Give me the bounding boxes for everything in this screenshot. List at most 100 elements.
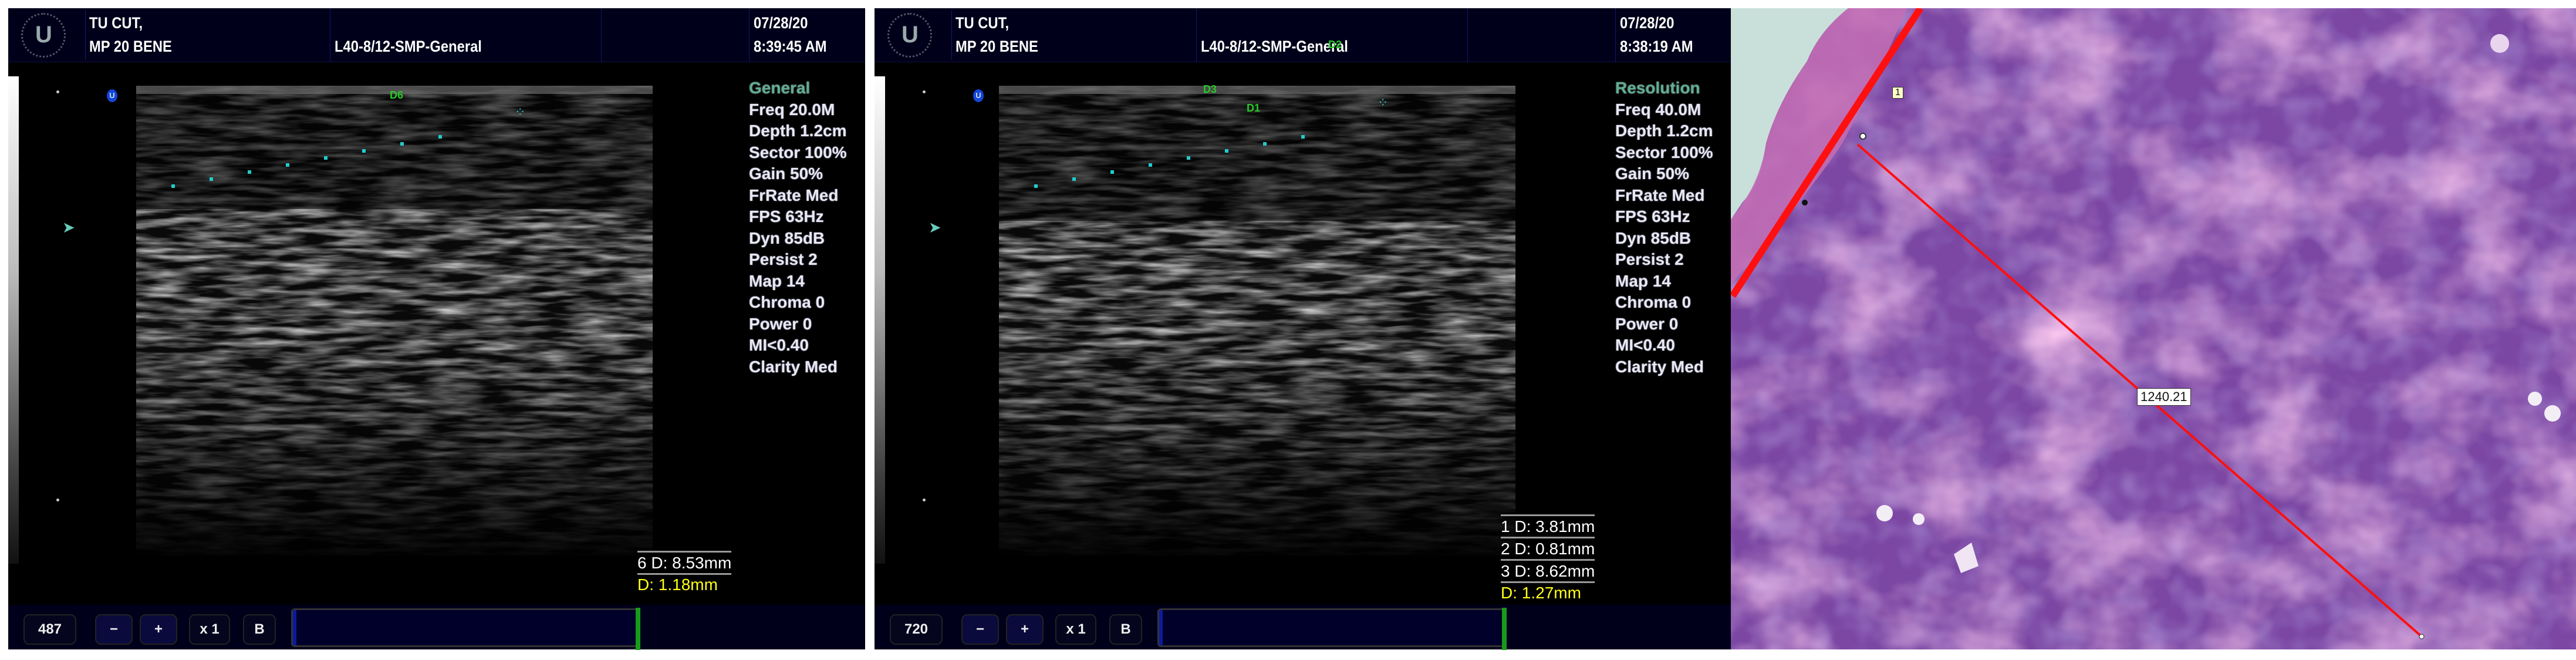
caliper-dot — [324, 156, 328, 160]
param-item: FrRate Med — [1615, 186, 1705, 204]
cine-slider[interactable] — [291, 608, 640, 650]
ultrasound-image[interactable] — [136, 86, 653, 555]
focus-arrow-icon: ➤ — [929, 218, 941, 236]
logo-letter: U — [35, 22, 52, 48]
cine-slider[interactable] — [1157, 608, 1507, 650]
probe-orientation-icon: U — [107, 89, 117, 102]
header-divider — [1615, 8, 1616, 62]
caliper-dot — [1072, 177, 1076, 181]
depth-dot — [56, 499, 59, 501]
patient-name-line1: TU CUT, — [89, 14, 143, 32]
caliper-crosshair-icon: ⁘ — [1378, 95, 1389, 110]
patient-name-line2: MP 20 BENE — [89, 38, 172, 55]
imaging-mode-label: General — [749, 79, 811, 97]
grayscale-bar — [8, 76, 19, 564]
param-item: Dyn 85dB — [749, 228, 825, 247]
depth-dot — [56, 90, 59, 93]
ultrasound-panel: U TU CUT, MP 20 BENE L40-8/12-SMP-Genera… — [875, 8, 1731, 650]
param-item: Power 0 — [1615, 314, 1679, 333]
caliper-marker-label: D1 — [1247, 102, 1261, 114]
caliper-dot — [1225, 149, 1228, 153]
header-bar: U TU CUT, MP 20 BENE L40-8/12-SMP-Genera… — [875, 8, 1731, 62]
logo: U — [877, 11, 952, 60]
caliper-dot — [438, 135, 442, 139]
imaging-mode-label: Resolution — [1615, 79, 1700, 97]
param-item: FPS 63Hz — [749, 207, 824, 225]
param-item: Clarity Med — [749, 357, 838, 376]
caliper-dot — [1187, 156, 1190, 160]
time-label: 8:39:45 AM — [754, 38, 827, 55]
caliper-dot — [362, 149, 366, 153]
caliper-dot — [400, 142, 404, 146]
logo-letter: U — [902, 22, 919, 48]
caliper-crosshair-icon: ⁘ — [515, 105, 526, 119]
measure-point-black[interactable] — [1802, 200, 1808, 206]
preset-label: L40-8/12-SMP-General — [1201, 38, 1348, 55]
param-item: Freq 40.0M — [1615, 100, 1701, 119]
cine-slider-track — [1159, 610, 1163, 645]
line-label: 1 — [1892, 87, 1903, 99]
preset-label: L40-8/12-SMP-General — [335, 38, 482, 55]
caliper-dot — [210, 177, 213, 181]
caliper-marker-label: D3 — [1203, 83, 1217, 95]
current-measurement: D: 1.27mm — [1501, 581, 1595, 603]
header-divider — [601, 8, 602, 62]
imaging-parameters: General Freq 20.0M Depth 1.2cm Sector 100% G… — [749, 78, 847, 378]
param-item: Persist 2 — [1615, 250, 1684, 268]
probe-orientation-icon: U — [973, 89, 984, 102]
caliper-marker-label: D6 — [390, 89, 404, 101]
caliper-marker-label: D2 — [1328, 39, 1342, 50]
cine-slider-handle[interactable] — [1502, 608, 1507, 650]
header-divider — [1467, 8, 1468, 62]
zoom-button[interactable]: x 1 — [189, 614, 230, 645]
depth-measurement-label: 1240.21 — [2137, 388, 2191, 406]
param-item: Depth 1.2cm — [1615, 122, 1713, 140]
param-item: Freq 20.0M — [749, 100, 835, 119]
minus-button[interactable]: − — [961, 614, 999, 645]
b-mode-button[interactable]: B — [243, 614, 276, 645]
frame-counter-button[interactable]: 487 — [23, 614, 76, 645]
plus-button[interactable]: + — [1006, 614, 1044, 645]
caliper-dot — [1263, 142, 1267, 146]
logo: U — [11, 11, 86, 60]
caliper-dot — [171, 184, 175, 188]
date-label: 07/28/20 — [1620, 14, 1674, 32]
caliper-dot — [1110, 170, 1114, 174]
measure-point-white[interactable] — [1859, 133, 1866, 140]
param-item: Map 14 — [1615, 271, 1671, 290]
depth-dot — [923, 90, 926, 93]
param-item: Persist 2 — [749, 250, 818, 268]
caliper-dot — [248, 170, 251, 174]
param-item: Clarity Med — [1615, 357, 1704, 376]
plus-button[interactable]: + — [140, 614, 177, 645]
param-item: Power 0 — [749, 314, 812, 333]
param-item: Chroma 0 — [1615, 293, 1692, 311]
caliper-dot — [1301, 135, 1305, 139]
measurement-item: 1 D: 3.81mm — [1501, 514, 1595, 537]
param-item: Chroma 0 — [749, 293, 825, 311]
param-item: Gain 50% — [749, 164, 823, 183]
param-item: MI<0.40 — [749, 336, 809, 354]
header-divider — [1196, 8, 1197, 62]
b-mode-button[interactable]: B — [1109, 614, 1142, 645]
caliper-dot — [1149, 163, 1152, 167]
frame-counter-button[interactable]: 720 — [890, 614, 943, 645]
zoom-button[interactable]: x 1 — [1055, 614, 1096, 645]
param-item: MI<0.40 — [1615, 336, 1675, 354]
measure-endpoint[interactable] — [2419, 634, 2425, 639]
ultrasound-image[interactable] — [999, 86, 1515, 555]
measurement-item: 3 D: 8.62mm — [1501, 559, 1595, 581]
param-item: Sector 100% — [749, 143, 847, 161]
param-item: Map 14 — [749, 271, 805, 290]
patient-name-line1: TU CUT, — [956, 14, 1010, 32]
param-item: Dyn 85dB — [1615, 228, 1692, 247]
grayscale-bar — [875, 76, 885, 564]
bottom-toolbar: 487 − + x 1 B — [8, 605, 865, 650]
current-measurement: D: 1.18mm — [637, 573, 732, 595]
param-item: FrRate Med — [749, 186, 839, 204]
cine-slider-handle[interactable] — [636, 608, 640, 650]
histology-image: 1 1240.21 — [1731, 8, 2576, 649]
minus-button[interactable]: − — [95, 614, 133, 645]
imaging-parameters: Resolution Freq 40.0M Depth 1.2cm Sector 10… — [1615, 78, 1713, 378]
measurements-list: 1 D: 3.81mm 2 D: 0.81mm 3 D: 8.62mm D: 1.27… — [1501, 514, 1595, 603]
